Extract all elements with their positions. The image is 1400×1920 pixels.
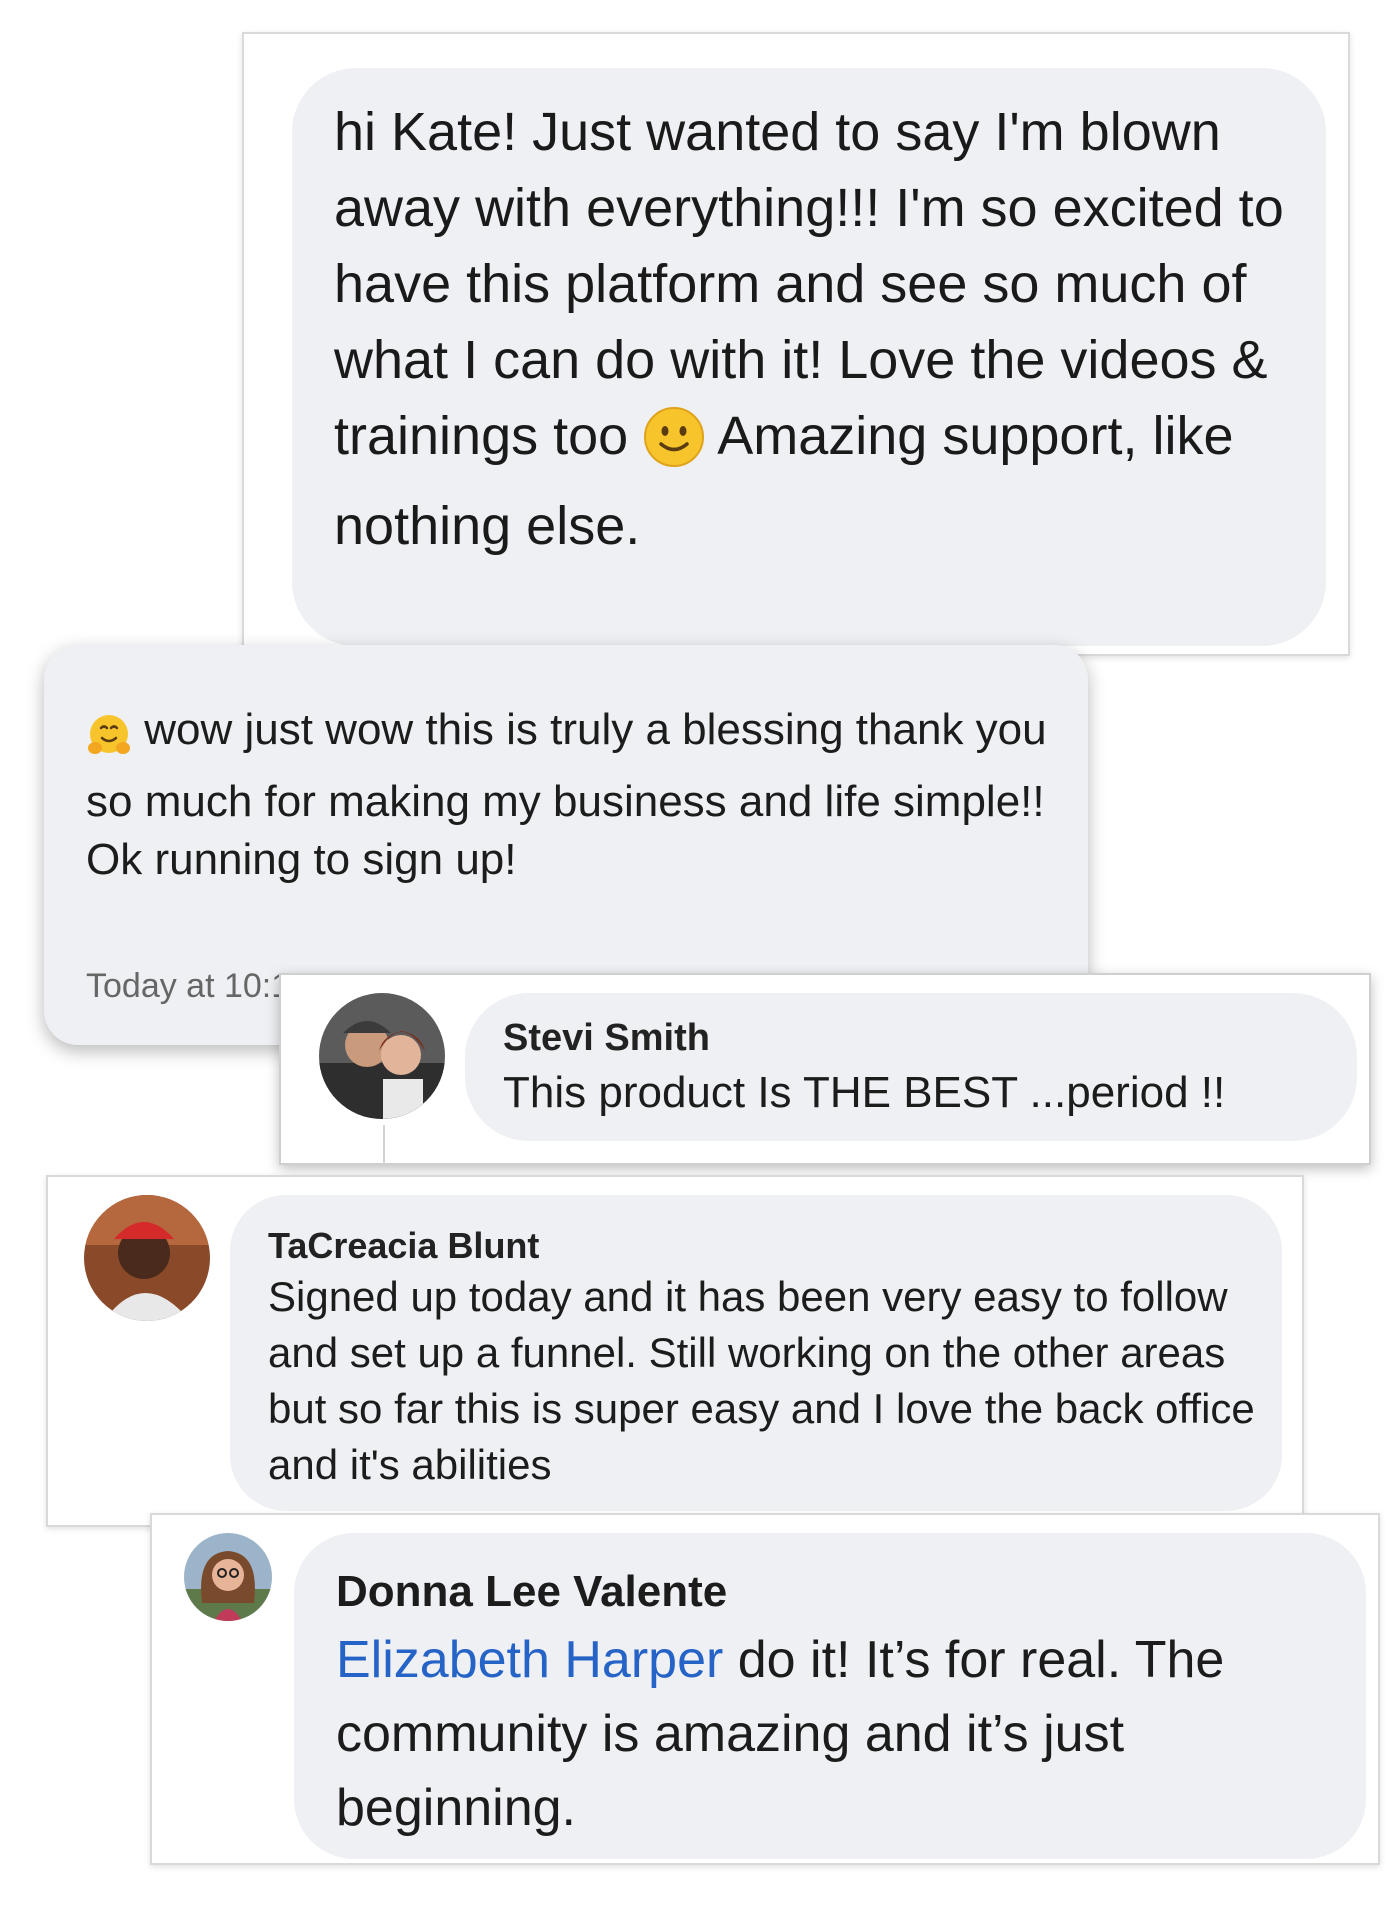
message-bubble: hi Kate! Just wanted to say I'm blown aw… bbox=[292, 68, 1326, 646]
message-text: wow just wow this is truly a blessing th… bbox=[86, 705, 1047, 884]
commenter-name[interactable]: Donna Lee Valente bbox=[336, 1567, 1366, 1617]
mention-link[interactable]: Elizabeth Harper bbox=[336, 1631, 723, 1689]
commenter-name[interactable]: Stevi Smith bbox=[503, 1017, 1357, 1060]
thread-line bbox=[383, 1125, 385, 1165]
comment-card-donna-lee-valente: Donna Lee Valente Elizabeth Harper do it… bbox=[150, 1513, 1380, 1865]
avatar[interactable] bbox=[184, 1533, 272, 1621]
commenter-name[interactable]: TaCreacia Blunt bbox=[268, 1225, 1282, 1267]
comment-card-stevi-smith: Stevi Smith This product Is THE BEST ...… bbox=[279, 973, 1371, 1165]
comment-card-tacreacia-blunt: TaCreacia Blunt Signed up today and it h… bbox=[46, 1175, 1304, 1527]
comment-bubble: TaCreacia Blunt Signed up today and it h… bbox=[230, 1195, 1282, 1511]
hugging-face-icon bbox=[86, 712, 132, 773]
comment-bubble: Stevi Smith This product Is THE BEST ...… bbox=[465, 993, 1357, 1141]
avatar[interactable] bbox=[319, 993, 445, 1119]
comment-bubble: Donna Lee Valente Elizabeth Harper do it… bbox=[294, 1533, 1366, 1859]
comment-text: Elizabeth Harper do it! It’s for real. T… bbox=[336, 1623, 1346, 1845]
slightly-smiling-face-icon bbox=[643, 406, 705, 488]
testimonial-card-1: hi Kate! Just wanted to say I'm blown aw… bbox=[242, 32, 1350, 656]
comment-text: This product Is THE BEST ...period !! bbox=[503, 1068, 1226, 1117]
comment-text: Signed up today and it has been very eas… bbox=[268, 1273, 1255, 1488]
avatar[interactable] bbox=[84, 1195, 210, 1321]
